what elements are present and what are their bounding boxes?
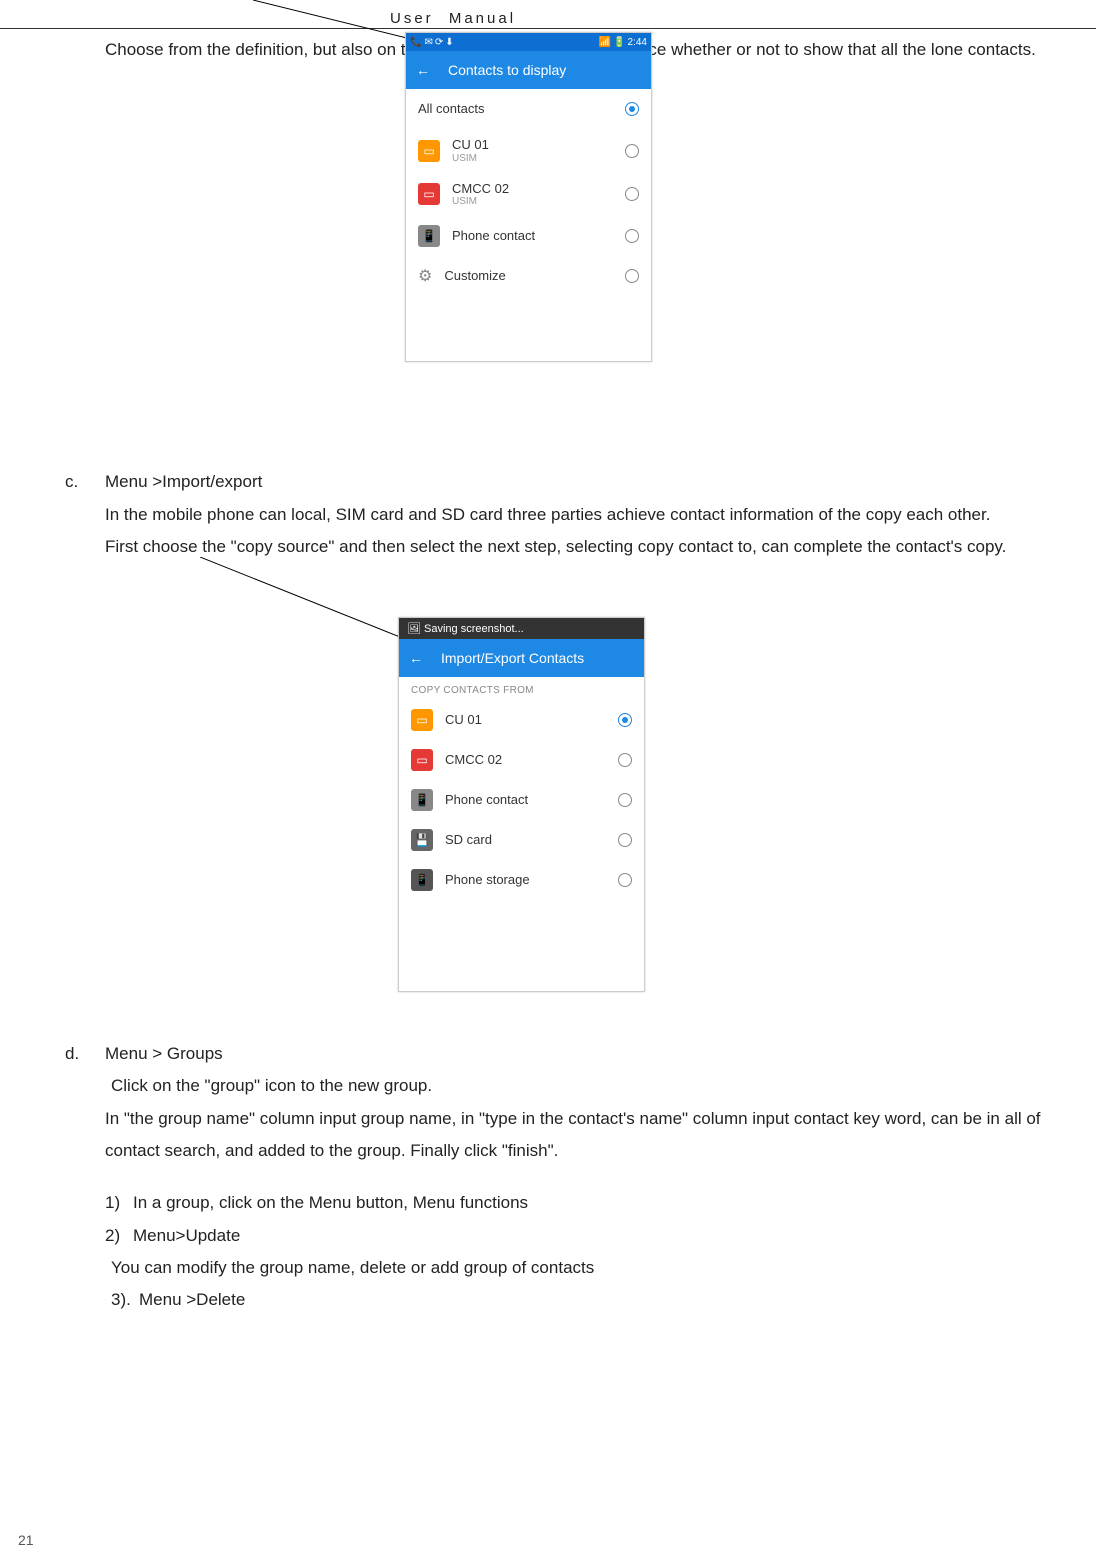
back-icon[interactable]: ← (416, 62, 430, 78)
screenshot-contacts-to-display: 📞✉⟳⬇ 📶🔋2:44 ← Contacts to display All co… (405, 32, 652, 362)
phone-icon: 📱 (411, 789, 433, 811)
section-c: c. Menu >Import/export In the mobile pho… (105, 466, 1066, 563)
status-time: 2:44 (628, 37, 647, 48)
source-phone-contact[interactable]: 📱 Phone contact (399, 780, 644, 820)
appbar: ← Import/Export Contacts (399, 639, 644, 677)
d-sub2-num: 2) (105, 1220, 120, 1252)
item-d-para1: In "the group name" column input group n… (105, 1103, 1066, 1168)
option-customize[interactable]: ⚙ Customize (406, 256, 651, 296)
item-c-para1: In the mobile phone can local, SIM card … (105, 499, 1066, 531)
status-bar: 📞✉⟳⬇ 📶🔋2:44 (406, 33, 651, 51)
sim-icon: ▭ (418, 140, 440, 162)
sim-icon: ▭ (411, 709, 433, 731)
radio-icon[interactable] (625, 187, 639, 201)
screenshot-import-export: 🖼 Saving screenshot... ← Import/Export C… (398, 617, 645, 992)
appbar-title: Contacts to display (448, 62, 566, 78)
header-rule (0, 28, 1096, 29)
saving-toast: 🖼 Saving screenshot... (399, 618, 644, 639)
radio-icon[interactable] (618, 753, 632, 767)
radio-icon[interactable] (625, 229, 639, 243)
item-d-label: d. (65, 1038, 79, 1070)
sync-icon: ⟳ (435, 37, 443, 48)
radio-icon[interactable] (625, 102, 639, 116)
appbar-title: Import/Export Contacts (441, 650, 584, 666)
sd-card-icon: 💾 (411, 829, 433, 851)
item-c-para2: First choose the "copy source" and then … (105, 531, 1066, 563)
battery-icon: 🔋 (613, 37, 625, 48)
sim-icon: ▭ (411, 749, 433, 771)
source-phone-storage[interactable]: 📱 Phone storage (399, 860, 644, 900)
storage-icon: 📱 (411, 869, 433, 891)
phone-icon: 📞 (410, 37, 422, 48)
radio-icon[interactable] (618, 833, 632, 847)
phone-icon: 📱 (418, 225, 440, 247)
option-cmcc02[interactable]: ▭ CMCC 02USIM (406, 173, 651, 217)
d-sub1-text: In a group, click on the Menu button, Me… (133, 1193, 528, 1212)
section-d: d. Menu > Groups Click on the "group" ic… (105, 1038, 1066, 1316)
d-sub3-num: 3). (111, 1284, 131, 1316)
mail-icon: ✉ (424, 37, 432, 48)
d-sub1-num: 1) (105, 1187, 120, 1219)
option-all-contacts[interactable]: All contacts (406, 89, 651, 129)
radio-icon[interactable] (618, 873, 632, 887)
d-sub2-text: Menu>Update (133, 1226, 240, 1245)
item-d-title-suffix: Groups (167, 1044, 223, 1063)
radio-icon[interactable] (618, 793, 632, 807)
image-icon: 🖼 (407, 623, 421, 635)
item-d-line1: Click on the "group" icon to the new gro… (111, 1070, 1066, 1102)
back-icon[interactable]: ← (409, 650, 423, 666)
option-phone-contact[interactable]: 📱 Phone contact (406, 216, 651, 256)
item-c-label: c. (65, 466, 78, 498)
page-number: 21 (18, 1532, 34, 1548)
radio-icon[interactable] (618, 713, 632, 727)
d-sub3-text: Menu >Delete (139, 1290, 245, 1309)
radio-icon[interactable] (625, 269, 639, 283)
item-d-title-prefix: Menu > (105, 1044, 167, 1063)
appbar: ← Contacts to display (406, 51, 651, 89)
source-cmcc02[interactable]: ▭ CMCC 02 (399, 740, 644, 780)
source-cu01[interactable]: ▭ CU 01 (399, 700, 644, 740)
section-label: COPY CONTACTS FROM (399, 677, 644, 700)
option-cu01[interactable]: ▭ CU 01USIM (406, 129, 651, 173)
item-c-title: Menu >Import/export (105, 472, 262, 491)
gear-icon: ⚙ (418, 266, 432, 286)
d-sub2-desc: You can modify the group name, delete or… (111, 1252, 1066, 1284)
source-sd-card[interactable]: 💾 SD card (399, 820, 644, 860)
signal-icon: 📶 (599, 37, 611, 48)
sim-icon: ▭ (418, 183, 440, 205)
radio-icon[interactable] (625, 144, 639, 158)
page-header: User Manual (390, 10, 516, 27)
